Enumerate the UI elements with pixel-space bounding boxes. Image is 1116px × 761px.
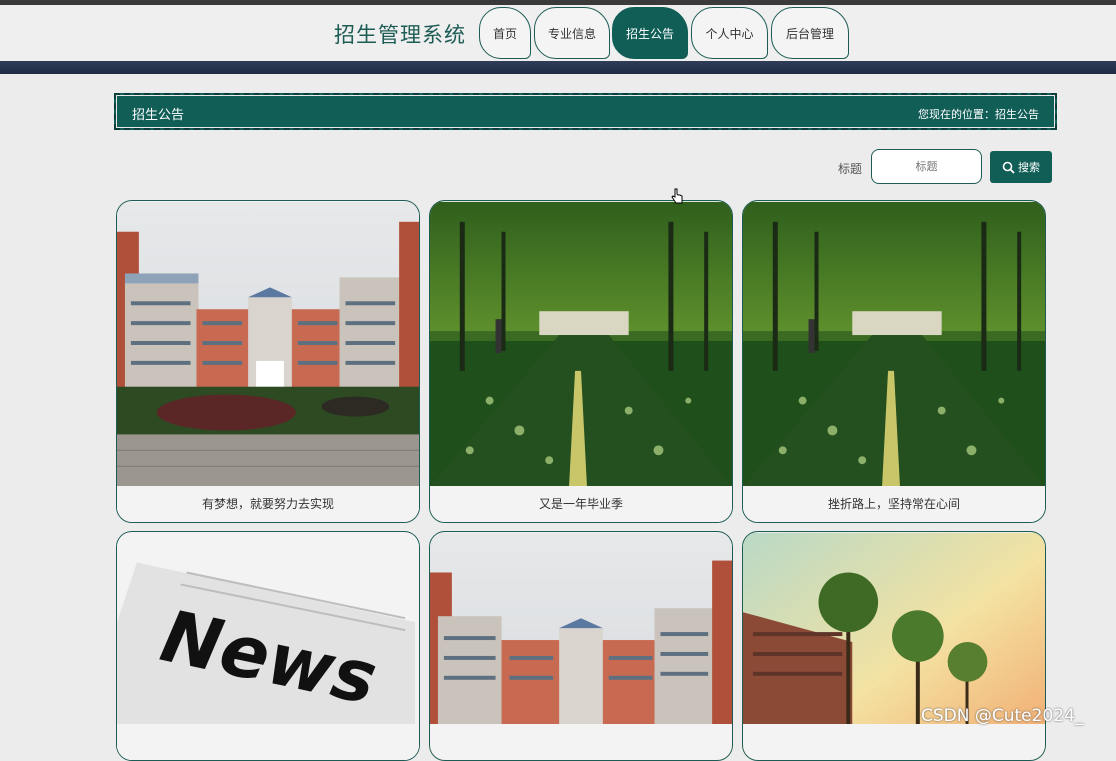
card-caption: 有梦想，就要努力去实现 xyxy=(117,486,419,522)
announcement-card[interactable]: 挫折路上，坚持常在心间 xyxy=(742,200,1046,523)
page-title: 招生公告 xyxy=(132,108,185,123)
announcement-card[interactable]: 又是一年毕业季 xyxy=(429,200,733,523)
nav-band xyxy=(0,61,1116,74)
breadcrumb: 招生公告 您现在的位置：招生公告 xyxy=(114,93,1057,130)
breadcrumb-location: 您现在的位置：招生公告 xyxy=(918,108,1039,121)
nav-tab-home[interactable]: 首页 xyxy=(479,7,531,59)
card-caption: 又是一年毕业季 xyxy=(430,486,732,522)
site-title: 招生管理系统 xyxy=(334,23,466,47)
announcement-card[interactable]: News xyxy=(116,531,420,761)
announcement-card[interactable] xyxy=(742,531,1046,761)
nav-tab-announcements[interactable]: 招生公告 xyxy=(612,7,688,59)
card-caption xyxy=(117,724,419,760)
card-caption xyxy=(430,724,732,760)
search-button-label: 搜索 xyxy=(1018,161,1040,174)
search-icon xyxy=(1002,161,1015,174)
hand-pointer-icon xyxy=(671,188,683,204)
top-navigation: 招生管理系统 首页 专业信息 招生公告 个人中心 后台管理 xyxy=(0,5,1116,61)
card-caption: 挫折路上，坚持常在心间 xyxy=(743,486,1045,522)
tree-lined-path-image xyxy=(743,201,1045,487)
search-input[interactable] xyxy=(871,149,982,184)
nav-tab-personal-center[interactable]: 个人中心 xyxy=(691,7,768,59)
campus-building-image xyxy=(117,201,419,487)
announcement-card[interactable]: 有梦想，就要努力去实现 xyxy=(116,200,420,523)
search-button[interactable]: 搜索 xyxy=(990,151,1052,183)
card-caption xyxy=(743,724,1045,760)
watermark: CSDN @Cute2024_ xyxy=(921,706,1084,726)
nav-tab-admin[interactable]: 后台管理 xyxy=(771,7,849,59)
announcement-card[interactable] xyxy=(429,531,733,761)
search-label: 标题 xyxy=(838,162,863,176)
tree-lined-path-image xyxy=(430,201,732,487)
nav-tab-majors[interactable]: 专业信息 xyxy=(534,7,610,59)
